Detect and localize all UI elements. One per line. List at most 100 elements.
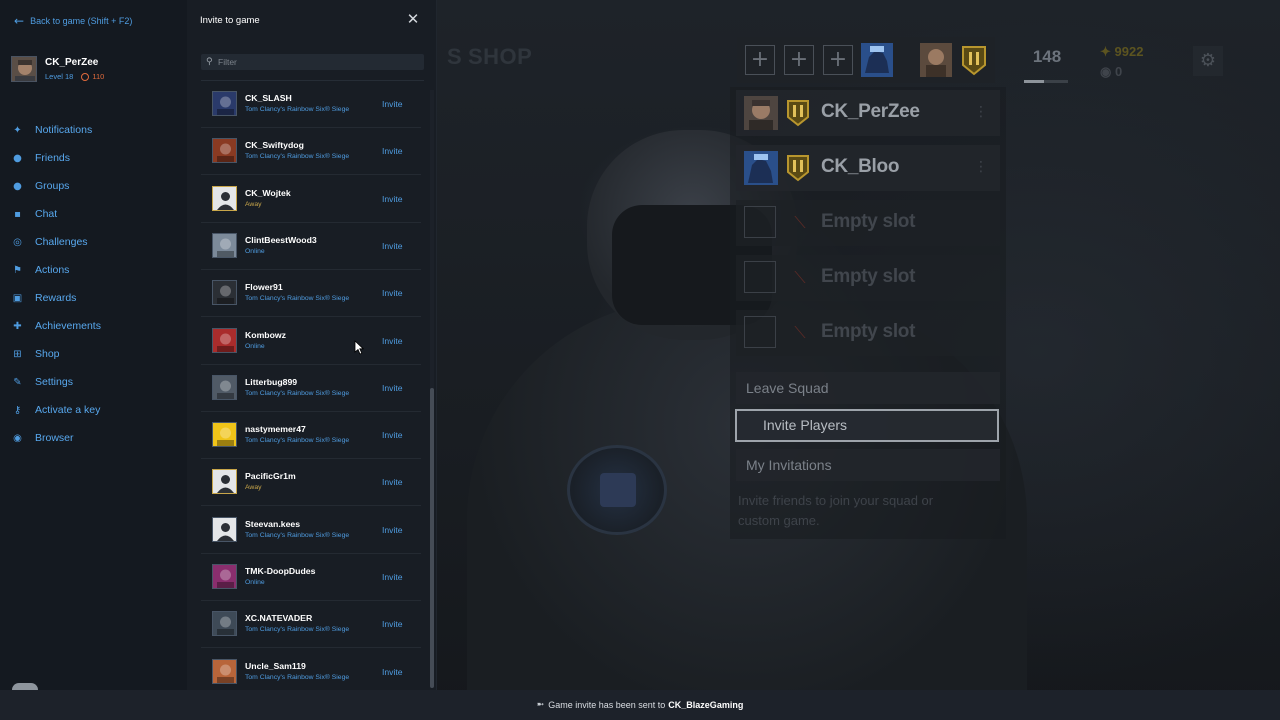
key-icon: ⚷ bbox=[13, 404, 22, 416]
friend-row[interactable]: Kombowz Online Invite bbox=[201, 318, 421, 365]
friend-name: ClintBeestWood3 bbox=[245, 235, 317, 245]
friend-row[interactable]: CK_Swiftydog Tom Clancy's Rainbow Six® Si… bbox=[201, 128, 421, 175]
add-slot-button[interactable]: + bbox=[784, 45, 814, 75]
filter-input[interactable] bbox=[218, 57, 418, 67]
invite-button[interactable]: Invite bbox=[382, 241, 403, 251]
challenges-icon: ◎ bbox=[13, 236, 22, 248]
avatar bbox=[212, 517, 237, 542]
friend-row[interactable]: XC.NATEVADER Tom Clancy's Rainbow Six® Si… bbox=[201, 601, 421, 648]
squad-member-name: CK_Bloo bbox=[821, 156, 900, 177]
friend-name: TMK-DoopDudes bbox=[245, 566, 316, 576]
add-slot-button[interactable]: + bbox=[745, 45, 775, 75]
empty-squad-slot[interactable]: ⟍ Empty slot bbox=[736, 200, 1000, 246]
gift-icon: ▣ bbox=[12, 292, 23, 304]
friend-row[interactable]: CK_Wojtek Away Invite bbox=[201, 176, 421, 223]
empty-slot-label: Empty slot bbox=[821, 211, 916, 232]
sidebar-item-settings[interactable]: ✎ Settings bbox=[12, 368, 101, 396]
squad-member-avatar[interactable] bbox=[920, 43, 952, 77]
invite-button[interactable]: Invite bbox=[382, 572, 403, 582]
sidebar-item-label: Achievements bbox=[35, 320, 101, 332]
friend-name: Flower91 bbox=[245, 282, 283, 292]
friend-row[interactable]: Steevan.kees Tom Clancy's Rainbow Six® Si… bbox=[201, 507, 421, 554]
sidebar-item-activate-a-key[interactable]: ⚷ Activate a key bbox=[12, 396, 101, 424]
invite-button[interactable]: Invite bbox=[382, 146, 403, 156]
sidebar-item-groups[interactable]: ● Groups bbox=[12, 172, 101, 200]
avatar bbox=[212, 233, 237, 258]
level-progress-bar bbox=[1024, 80, 1068, 83]
avatar bbox=[744, 96, 778, 130]
profile-card[interactable]: CK_PerZee Level 18 110 bbox=[11, 56, 104, 82]
empty-avatar-box bbox=[744, 316, 776, 348]
no-rank-icon: ⟍ bbox=[794, 323, 806, 342]
invite-button[interactable]: Invite bbox=[382, 383, 403, 393]
add-slot-button[interactable]: + bbox=[823, 45, 853, 75]
my-invitations-button[interactable]: My Invitations bbox=[736, 449, 1000, 481]
sidebar-item-challenges[interactable]: ◎ Challenges bbox=[12, 228, 101, 256]
friend-row[interactable]: Uncle_Sam119 Tom Clancy's Rainbow Six® Si… bbox=[201, 649, 421, 689]
friend-row[interactable]: Litterbug899 Tom Clancy's Rainbow Six® Si… bbox=[201, 365, 421, 412]
friend-row[interactable]: PacificGr1m Away Invite bbox=[201, 459, 421, 506]
scrollbar-thumb[interactable] bbox=[430, 388, 434, 688]
no-rank-icon: ⟍ bbox=[794, 213, 806, 232]
friend-row[interactable]: ClintBeestWood3 Online Invite bbox=[201, 223, 421, 270]
leave-squad-button[interactable]: Leave Squad bbox=[736, 372, 1000, 404]
gear-icon[interactable]: ⚙ bbox=[1193, 46, 1223, 76]
cart-icon: ⊞ bbox=[13, 348, 22, 360]
sidebar-item-label: Chat bbox=[35, 208, 58, 220]
friend-name: CK_SLASH bbox=[245, 93, 292, 103]
friend-status: Tom Clancy's Rainbow Six® Siege bbox=[245, 390, 350, 397]
game-tab-shop[interactable]: SHOP bbox=[468, 44, 532, 70]
friend-row[interactable]: TMK-DoopDudes Online Invite bbox=[201, 554, 421, 601]
invite-button[interactable]: Invite bbox=[382, 288, 403, 298]
invite-button[interactable]: Invite bbox=[382, 99, 403, 109]
sidebar-item-rewards[interactable]: ▣ Rewards bbox=[12, 284, 101, 312]
sidebar-item-notifications[interactable]: ✦ Notifications bbox=[12, 116, 101, 144]
empty-squad-slot[interactable]: ⟍ Empty slot bbox=[736, 310, 1000, 356]
sidebar-nav: ✦ Notifications ● Friends ● Groups ▪ Chat ◎ Chall… bbox=[12, 116, 101, 452]
squad-member-avatar[interactable] bbox=[861, 43, 893, 77]
sidebar-item-achievements[interactable]: ✚ Achievements bbox=[12, 312, 101, 340]
friend-row[interactable]: CK_SLASH Tom Clancy's Rainbow Six® Siege I… bbox=[201, 81, 421, 128]
friend-status: Tom Clancy's Rainbow Six® Siege bbox=[245, 106, 350, 113]
squad-member-row[interactable]: CK_PerZee ⋮ bbox=[736, 90, 1000, 136]
wrench-icon: ✎ bbox=[13, 376, 22, 388]
close-icon[interactable]: ✕ bbox=[406, 12, 420, 27]
avatar bbox=[744, 151, 778, 185]
friend-row[interactable]: Flower91 Tom Clancy's Rainbow Six® Siege I… bbox=[201, 270, 421, 317]
sidebar-item-label: Shop bbox=[35, 348, 60, 360]
squad-member-row[interactable]: CK_Bloo ⋮ bbox=[736, 145, 1000, 191]
uplay-logo-icon bbox=[12, 683, 38, 690]
empty-squad-slot[interactable]: ⟍ Empty slot bbox=[736, 255, 1000, 301]
friend-row[interactable]: nastymemer47 Tom Clancy's Rainbow Six® Si… bbox=[201, 412, 421, 459]
empty-slot-label: Empty slot bbox=[821, 266, 916, 287]
filter-field[interactable]: ⚲ bbox=[201, 54, 424, 70]
invite-button[interactable]: Invite bbox=[382, 194, 403, 204]
invite-players-button[interactable]: Invite Players bbox=[735, 409, 999, 442]
invite-button[interactable]: Invite bbox=[382, 525, 403, 535]
search-icon: ⚲ bbox=[206, 56, 213, 67]
sidebar-item-shop[interactable]: ⊞ Shop bbox=[12, 340, 101, 368]
sidebar-item-label: Challenges bbox=[35, 236, 88, 248]
invite-button[interactable]: Invite bbox=[382, 430, 403, 440]
friend-name: XC.NATEVADER bbox=[245, 613, 313, 623]
player-level: 148 bbox=[1032, 47, 1062, 66]
sidebar-item-chat[interactable]: ▪ Chat bbox=[12, 200, 101, 228]
toast-message: Game invite has been sent to bbox=[548, 700, 666, 710]
more-options-icon[interactable]: ⋮ bbox=[974, 159, 988, 175]
invite-button[interactable]: Invite bbox=[382, 619, 403, 629]
invite-button[interactable]: Invite bbox=[382, 336, 403, 346]
invite-button[interactable]: Invite bbox=[382, 477, 403, 487]
back-to-game-link[interactable]: ← Back to game (Shift + F2) bbox=[14, 14, 132, 28]
avatar bbox=[11, 56, 37, 82]
more-options-icon[interactable]: ⋮ bbox=[974, 104, 988, 120]
invite-button[interactable]: Invite bbox=[382, 667, 403, 677]
sidebar-item-label: Actions bbox=[35, 264, 70, 276]
friend-status: Away bbox=[245, 484, 262, 491]
invite-panel: Invite to game ✕ ⚲ CK_SLASH Tom Clancy's … bbox=[187, 0, 437, 690]
sidebar-item-browser[interactable]: ◉ Browser bbox=[12, 424, 101, 452]
sidebar-item-friends[interactable]: ● Friends bbox=[12, 144, 101, 172]
renown-icon: ✦ bbox=[1100, 44, 1115, 59]
avatar bbox=[212, 138, 237, 163]
avatar bbox=[212, 186, 237, 211]
sidebar-item-actions[interactable]: ⚑ Actions bbox=[12, 256, 101, 284]
